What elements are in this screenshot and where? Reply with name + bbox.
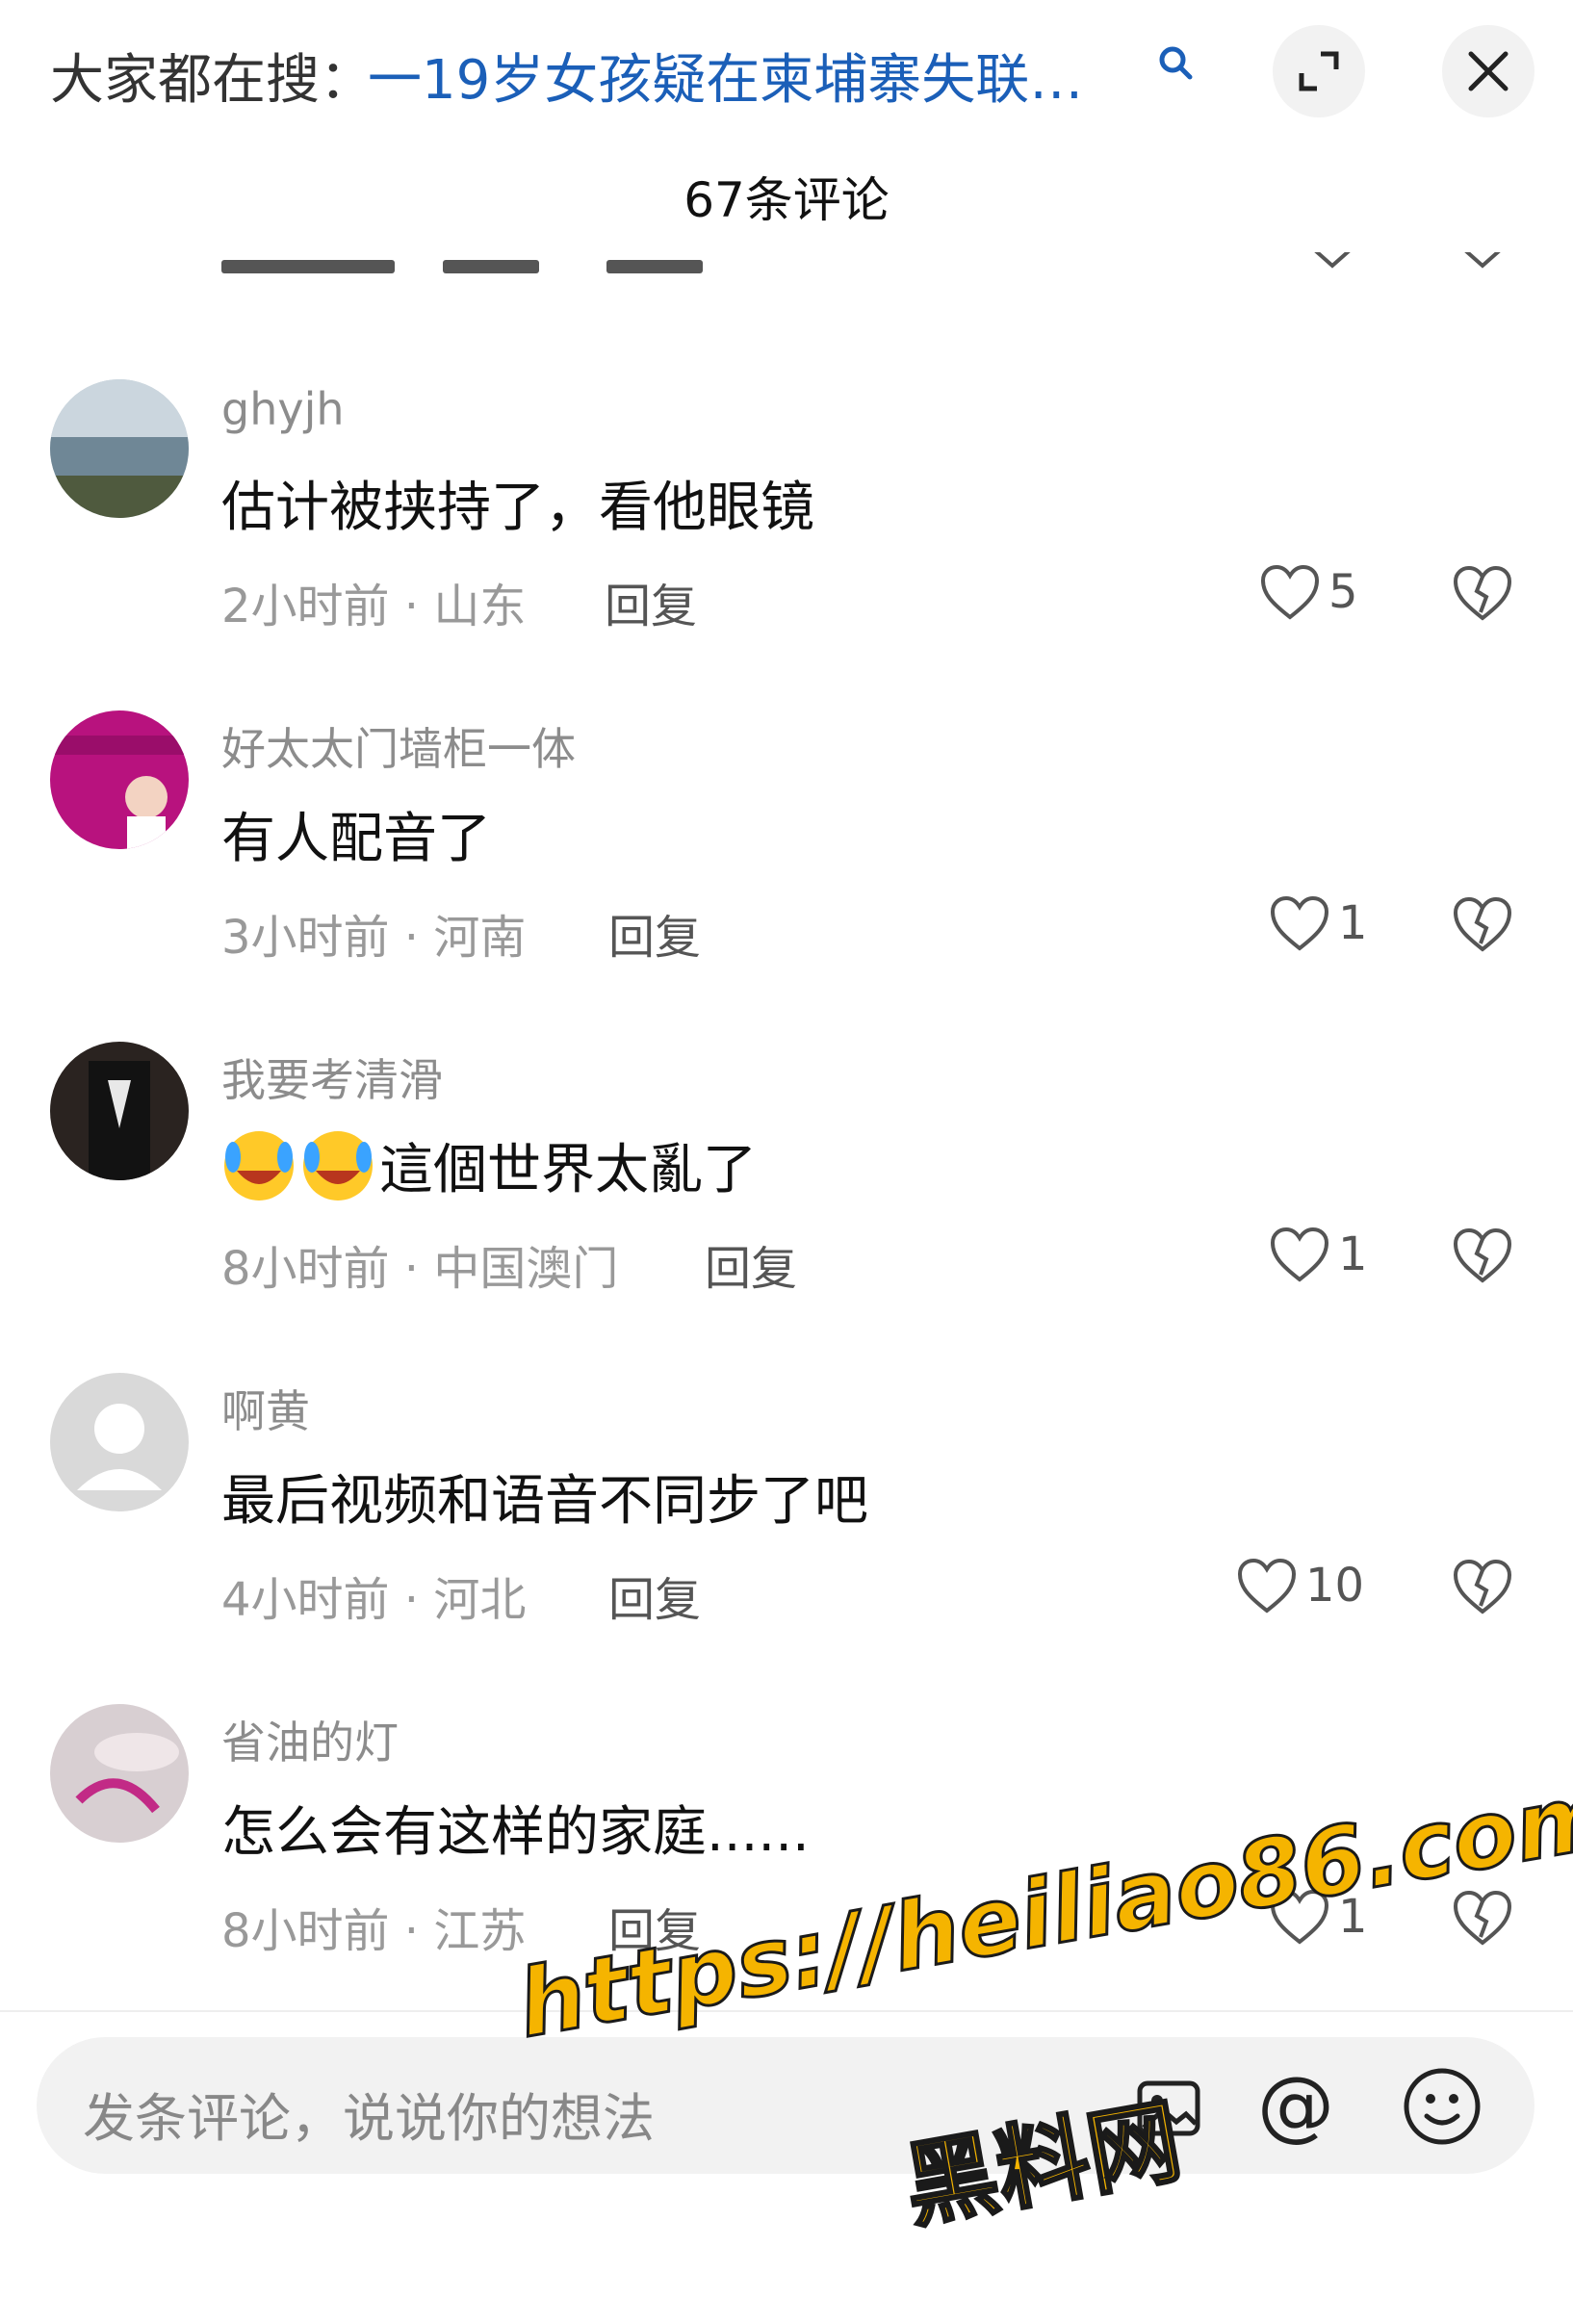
reply-button[interactable]: 回复 (608, 899, 701, 967)
like-button[interactable]: 10 (1236, 1552, 1364, 1619)
search-prefix: 大家都在搜： (50, 49, 374, 112)
comment-time-location: 3小时前 · 河南 (221, 911, 527, 965)
comment-username[interactable]: 啊黄 (221, 1377, 310, 1440)
like-count: 1 (1338, 1227, 1368, 1281)
comment-input-bar: 发条评论，说说你的想法 @ (0, 2010, 1573, 2324)
reply-button[interactable]: 回复 (608, 1562, 701, 1629)
comment-time-location: 2小时前 · 山东 (221, 580, 527, 633)
like-button[interactable]: 5 (1259, 558, 1358, 626)
heart-icon (1270, 1227, 1329, 1282)
heart-icon (1260, 564, 1320, 620)
broken-heart-icon[interactable] (1452, 1225, 1513, 1286)
laughing-crying-emoji-icon (303, 1130, 373, 1201)
comment-time-location: 8小时前 · 江苏 (221, 1904, 527, 1958)
search-icon[interactable] (1155, 42, 1198, 85)
comment-text: 這個世界太亂了 (379, 1139, 757, 1201)
avatar[interactable] (50, 1704, 189, 1843)
broken-heart-icon[interactable] (1452, 1556, 1513, 1617)
reply-button[interactable]: 回复 (705, 1230, 797, 1298)
avatar[interactable] (50, 1373, 189, 1511)
broken-heart-icon[interactable] (1452, 562, 1513, 624)
broken-heart-icon[interactable] (1452, 1887, 1513, 1949)
comment-content: 這個世界太亂了 (221, 1126, 757, 1204)
comment-item: 啊黄 最后视频和语音不同步了吧 4小时前 · 河北 回复 10 (0, 1373, 1573, 1691)
expand-icon (1299, 51, 1339, 91)
partial-comment-row (0, 252, 1573, 291)
comment-username[interactable]: 好太太门墙柜一体 (221, 714, 576, 778)
avatar[interactable] (50, 710, 189, 849)
laughing-crying-emoji-icon (224, 1130, 294, 1201)
comment-username[interactable]: ghyjh (221, 383, 345, 435)
comment-text: 有人配音了 (221, 808, 491, 870)
expand-button[interactable] (1273, 25, 1365, 117)
comment-text: 最后视频和语音不同步了吧 (221, 1470, 868, 1533)
like-button[interactable]: 1 (1269, 890, 1368, 957)
avatar[interactable] (50, 379, 189, 518)
broken-heart-icon[interactable] (1452, 893, 1513, 955)
comment-input[interactable]: 发条评论，说说你的想法 @ (37, 2037, 1534, 2174)
close-icon (1468, 51, 1509, 91)
trending-search-link[interactable]: 一19岁女孩疑在柬埔寨失联… (368, 37, 1138, 115)
heart-icon (1270, 895, 1329, 951)
comment-input-placeholder: 发条评论，说说你的想法 (83, 2088, 655, 2149)
comment-text: 估计被挟持了，看他眼镜 (221, 477, 814, 539)
like-count: 5 (1328, 565, 1358, 619)
emoji-icon[interactable] (1402, 2066, 1483, 2147)
avatar[interactable] (50, 1042, 189, 1180)
at-mention-icon[interactable]: @ (1257, 2064, 1334, 2147)
like-count: 1 (1338, 896, 1368, 950)
comment-time-location: 4小时前 · 河北 (221, 1573, 527, 1627)
comment-username[interactable]: 我要考清滑 (221, 1046, 443, 1109)
close-button[interactable] (1442, 25, 1534, 117)
comment-username[interactable]: 省油的灯 (221, 1708, 399, 1771)
comment-item: 好太太门墙柜一体 有人配音了 3小时前 · 河南 回复 1 (0, 710, 1573, 1028)
comment-item: ghyjh 估计被挟持了，看他眼镜 2小时前 · 山东 回复 5 (0, 379, 1573, 697)
like-button[interactable]: 1 (1269, 1221, 1368, 1288)
reply-button[interactable]: 回复 (605, 568, 697, 635)
like-count: 10 (1305, 1559, 1365, 1613)
comment-text: 怎么会有这样的家庭...... (221, 1801, 810, 1864)
comment-time-location: 8小时前 · 中国澳门 (221, 1242, 619, 1296)
comment-item: 我要考清滑 這個世界太亂了 8小时前 · 中国澳门 回复 1 (0, 1042, 1573, 1359)
heart-icon (1237, 1558, 1297, 1614)
comments-count-title: 67条评论 (683, 172, 890, 228)
top-search-bar: 大家都在搜： 一19岁女孩疑在柬埔寨失联… (0, 0, 1573, 144)
